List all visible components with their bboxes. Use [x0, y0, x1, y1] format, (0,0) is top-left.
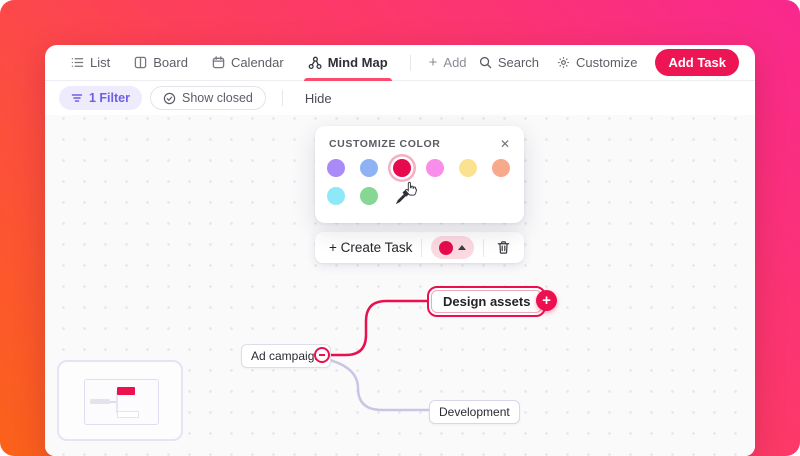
gear-icon: [557, 56, 570, 69]
toolbar-separator: [410, 55, 411, 71]
tab-label: Calendar: [231, 55, 284, 70]
filter-pill[interactable]: 1 Filter: [59, 86, 142, 110]
minimap-node-selected: [117, 387, 135, 395]
close-icon[interactable]: ✕: [500, 138, 510, 150]
caret-up-icon: [458, 245, 466, 250]
swatch-grid: [327, 159, 512, 205]
board-icon: [134, 56, 147, 69]
node-action-toolbar: + Create Task: [315, 232, 524, 263]
tab-board[interactable]: Board: [124, 45, 198, 81]
color-swatch[interactable]: [459, 159, 477, 177]
color-swatch[interactable]: [393, 159, 411, 177]
connector-development: [326, 359, 429, 410]
add-task-button[interactable]: Add Task: [655, 49, 739, 76]
add-view-button[interactable]: + Add: [423, 55, 473, 70]
toolbar-actions: Search Customize Add Task: [479, 49, 739, 76]
bar-separator: [421, 239, 422, 257]
calendar-icon: [212, 56, 225, 69]
app-window: List Board Calendar Mind Map + Add: [45, 45, 755, 456]
mind-map-canvas[interactable]: CUSTOMIZE COLOR ✕ + Create Task: [45, 115, 755, 456]
color-swatch[interactable]: [327, 159, 345, 177]
show-closed-label: Show closed: [182, 91, 253, 105]
customize-button[interactable]: Customize: [557, 55, 637, 70]
node-label: Design assets: [431, 290, 542, 313]
gradient-background: List Board Calendar Mind Map + Add: [0, 0, 800, 456]
node-development[interactable]: Development: [429, 400, 520, 424]
color-swatch[interactable]: [492, 159, 510, 177]
minimap-node-dev: [117, 411, 139, 418]
add-view-label: Add: [443, 55, 466, 70]
tab-label: Board: [153, 55, 188, 70]
tab-list[interactable]: List: [61, 45, 120, 81]
minimap[interactable]: [57, 360, 183, 441]
search-label: Search: [498, 55, 539, 70]
filter-bar: 1 Filter Show closed Hide: [45, 81, 755, 115]
tab-mind-map[interactable]: Mind Map: [298, 45, 398, 81]
tab-calendar[interactable]: Calendar: [202, 45, 294, 81]
color-swatch[interactable]: [360, 159, 378, 177]
bar-separator: [483, 239, 484, 257]
add-child-node-button[interactable]: +: [536, 290, 557, 311]
show-closed-pill[interactable]: Show closed: [150, 86, 266, 110]
check-circle-icon: [163, 92, 176, 105]
popup-title: CUSTOMIZE COLOR: [329, 138, 440, 150]
search-icon: [479, 56, 492, 69]
color-swatch[interactable]: [360, 187, 378, 205]
create-task-button[interactable]: + Create Task: [329, 240, 412, 255]
color-swatch[interactable]: [426, 159, 444, 177]
customize-label: Customize: [576, 55, 637, 70]
filter-icon: [71, 92, 83, 104]
filter-label: 1 Filter: [89, 91, 130, 105]
eyedropper-icon[interactable]: [393, 187, 411, 205]
trash-icon: [496, 240, 511, 255]
delete-button[interactable]: [493, 237, 514, 259]
view-tabs: List Board Calendar Mind Map + Add: [61, 45, 479, 81]
view-toolbar: List Board Calendar Mind Map + Add: [45, 45, 755, 81]
tab-label: List: [90, 55, 110, 70]
color-picker-button[interactable]: [431, 236, 474, 259]
customize-color-popup: CUSTOMIZE COLOR ✕: [315, 126, 524, 223]
minimap-node-root: [90, 399, 110, 404]
collapse-toggle[interactable]: [314, 347, 330, 363]
filter-separator: [282, 90, 283, 106]
list-icon: [71, 56, 84, 69]
tab-label: Mind Map: [328, 55, 388, 70]
mind-map-icon: [308, 56, 322, 70]
hide-button[interactable]: Hide: [299, 91, 338, 106]
search-button[interactable]: Search: [479, 55, 539, 70]
node-design-assets[interactable]: Design assets: [427, 286, 546, 317]
plus-icon: +: [429, 55, 438, 70]
selected-color-dot: [439, 241, 453, 255]
color-swatch[interactable]: [327, 187, 345, 205]
